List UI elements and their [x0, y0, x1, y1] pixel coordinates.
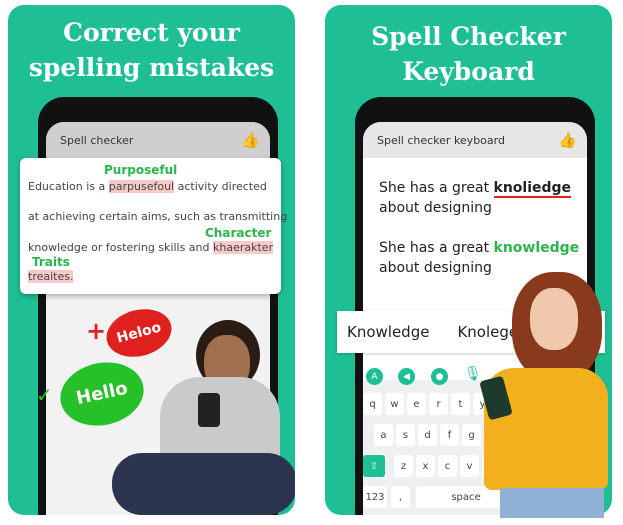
- key-v[interactable]: v: [460, 455, 479, 477]
- suggestion-purposeful[interactable]: Purposeful: [104, 163, 177, 177]
- thumbs-up-icon[interactable]: 👍: [241, 131, 260, 149]
- misspelled-word[interactable]: knoliedge: [493, 180, 572, 198]
- key-123[interactable]: 123: [363, 486, 387, 508]
- key-w[interactable]: w: [385, 393, 404, 415]
- misspelled-word[interactable]: khaerakter: [213, 241, 274, 254]
- key-d[interactable]: d: [418, 424, 437, 446]
- check-icon: ✓: [36, 383, 53, 407]
- key-r[interactable]: r: [429, 393, 448, 415]
- app-title: Spell checker keyboard: [377, 133, 505, 147]
- app-title: Spell checker: [60, 133, 134, 147]
- key-e[interactable]: e: [407, 393, 426, 415]
- key-comma[interactable]: ,: [391, 486, 410, 508]
- promo-title: Correct your spelling mistakes: [28, 18, 275, 82]
- suggestion-knowledge[interactable]: Knowledge: [347, 323, 429, 341]
- suggestion-traits[interactable]: Traits: [32, 255, 70, 269]
- key-x[interactable]: x: [416, 455, 435, 477]
- thumbs-up-icon[interactable]: 👍: [558, 131, 577, 149]
- palette-icon[interactable]: ●: [431, 368, 448, 385]
- key-q[interactable]: q: [363, 393, 382, 415]
- key-c[interactable]: c: [438, 455, 457, 477]
- plus-icon: +: [86, 317, 107, 345]
- microphone-icon[interactable]: 🎙: [464, 366, 482, 382]
- misspelled-word[interactable]: parpusefoul: [108, 180, 175, 193]
- key-a[interactable]: a: [374, 424, 393, 446]
- sound-icon[interactable]: ◀: [398, 368, 415, 385]
- app-bar: Spell checker 👍: [46, 122, 270, 158]
- corrected-word: knowledge: [493, 240, 580, 256]
- key-z[interactable]: z: [394, 455, 413, 477]
- spellcheck-icon[interactable]: A: [366, 368, 383, 385]
- key-g[interactable]: g: [462, 424, 481, 446]
- key-f[interactable]: f: [440, 424, 459, 446]
- spell-correction-popup: Purposeful Education is a parpusefoul ac…: [20, 158, 287, 294]
- suggestion-character[interactable]: Character: [205, 226, 271, 240]
- suggestion-knolege[interactable]: Knolege: [457, 323, 518, 341]
- misspelled-word[interactable]: treaites.: [28, 270, 74, 283]
- key-t[interactable]: t: [451, 393, 470, 415]
- promo-title: Spell Checker Keyboard: [371, 22, 566, 86]
- shift-key-icon[interactable]: ⇧: [363, 455, 385, 477]
- key-s[interactable]: s: [396, 424, 415, 446]
